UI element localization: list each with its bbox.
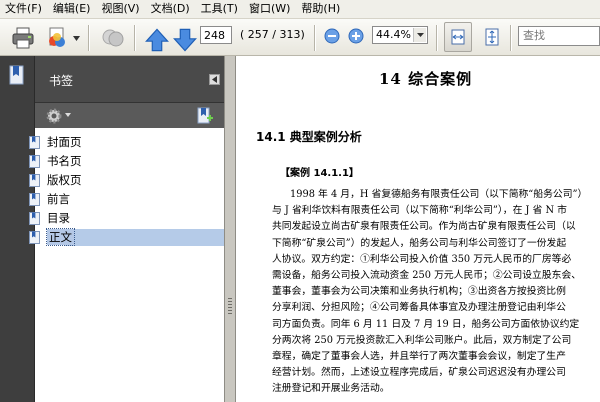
bookmark-item-selected[interactable]: 正文 xyxy=(29,228,75,246)
section-title: 14.1 典型案例分析 xyxy=(256,130,362,144)
new-bookmark-icon[interactable] xyxy=(195,106,215,126)
text-line: 下简称“矿泉公司”）的发起人，船务公司与利华公司签订了一份发起 xyxy=(272,237,567,249)
text-line: 章程，确定了董事会人选，并且举行了两次董事会会议，制定了生产 xyxy=(272,351,566,363)
print-icon[interactable] xyxy=(10,25,36,51)
bookmark-icon xyxy=(29,211,40,225)
menu-view[interactable]: 视图(V) xyxy=(96,0,145,18)
text-line: 共同发起设立尚古矿泉有限责任公司。作为尚古矿泉有限责任公司（以 xyxy=(272,221,576,233)
bookmark-label: 目录 xyxy=(47,211,70,225)
text-line: 注册登记和开展业务活动。 xyxy=(272,383,390,395)
collaborate-icon[interactable] xyxy=(100,25,126,51)
menu-tools[interactable]: 工具(T) xyxy=(196,0,244,18)
fit-width-icon xyxy=(451,29,465,45)
bookmark-item[interactable]: 书名页 xyxy=(29,153,82,169)
bookmarks-title: 书签 xyxy=(49,74,74,88)
bookmarks-panel-icon[interactable] xyxy=(8,64,26,86)
text-line: 董事会，董事会为公司决策和业务执行机构；③出资各方按投资比例 xyxy=(272,286,566,298)
next-page-icon[interactable] xyxy=(172,27,198,53)
bookmark-icon xyxy=(29,173,40,187)
menu-file[interactable]: 文件(F) xyxy=(0,0,48,18)
menu-edit[interactable]: 编辑(E) xyxy=(48,0,97,18)
bookmark-icon xyxy=(29,135,40,149)
zoom-value: 44.4% xyxy=(376,28,411,41)
bookmark-icon xyxy=(29,230,40,244)
text-line: 经营计划。然而，上述设立程序完成后，矿泉公司迟迟没有办理公司 xyxy=(272,367,566,379)
chevron-down-icon xyxy=(417,33,424,37)
bookmarks-list xyxy=(35,128,224,402)
bookmark-label: 前言 xyxy=(47,192,70,206)
menu-help[interactable]: 帮助(H) xyxy=(296,0,346,18)
bookmark-item[interactable]: 版权页 xyxy=(29,172,82,188)
bookmark-item[interactable]: 前言 xyxy=(29,191,70,207)
bookmark-label: 书名页 xyxy=(47,154,82,168)
chevron-left-icon xyxy=(212,76,217,83)
zoom-out-icon[interactable] xyxy=(324,28,340,44)
options-gear-icon[interactable] xyxy=(45,107,63,125)
chevron-down-icon[interactable] xyxy=(73,36,80,41)
chapter-title: 14 综合案例 xyxy=(379,70,473,88)
chevron-down-icon[interactable] xyxy=(65,113,71,117)
zoom-select[interactable]: 44.4% xyxy=(372,26,428,44)
bookmark-label: 封面页 xyxy=(47,135,82,149)
fit-page-icon[interactable] xyxy=(482,27,502,47)
text-line: 人协议。双方约定：①利华公司投入价值 350 万元人民币的厂房等必 xyxy=(272,253,572,265)
body-paragraph: 1998 年 4 月，H 省复德船务有限责任公司（以下简称“船务公司”） 与 J… xyxy=(272,187,592,398)
fit-width-button[interactable] xyxy=(444,22,472,52)
bookmark-item[interactable]: 封面页 xyxy=(29,134,82,150)
menu-bar: 文件(F) 编辑(E) 视图(V) 文档(D) 工具(T) 窗口(W) 帮助(H… xyxy=(0,0,600,19)
search-input[interactable]: 查找 xyxy=(518,26,600,46)
menu-window[interactable]: 窗口(W) xyxy=(244,0,296,18)
page-count: ( 257 / 313) xyxy=(240,28,305,41)
text-line: 1998 年 4 月，H 省复德船务有限责任公司（以下简称“船务公司”） xyxy=(290,189,588,200)
text-line: 分两次将 250 万元投资款汇入利华公司账户。此后，双方制定了公司 xyxy=(272,334,572,346)
panel-collapse-button[interactable] xyxy=(209,74,220,85)
bookmark-label: 版权页 xyxy=(47,173,82,187)
text-line: 需设备，船务公司投入流动资金 250 万元人民币；②公司设立股东会、 xyxy=(272,270,582,282)
previous-page-icon[interactable] xyxy=(144,27,170,53)
zoom-in-icon[interactable] xyxy=(348,28,364,44)
bookmarks-header: 书签 xyxy=(35,56,224,102)
menu-document[interactable]: 文档(D) xyxy=(146,0,196,18)
panel-splitter[interactable] xyxy=(224,56,236,402)
case-label: 【案例 14.1.1】 xyxy=(280,168,359,179)
bookmark-label: 正文 xyxy=(46,228,75,246)
bookmark-selection-highlight xyxy=(64,229,224,246)
text-line: 分享利润、分担风险；④公司筹备具体事宜及办理注册登记由利华公 xyxy=(272,302,566,314)
document-page: 14 综合案例 14.1 典型案例分析 【案例 14.1.1】 1998 年 4… xyxy=(236,56,600,402)
text-line: 司方面负责。同年 6 月 11 日及 7 月 19 日，船务公司方面依协议约定 xyxy=(272,318,580,330)
page-number-input[interactable]: 248 xyxy=(200,26,232,44)
bookmark-icon xyxy=(29,154,40,168)
bookmark-icon xyxy=(29,192,40,206)
bookmark-item[interactable]: 目录 xyxy=(29,210,70,226)
bookmarks-toolbar xyxy=(35,102,224,129)
create-pdf-icon[interactable] xyxy=(44,25,70,51)
text-line: 与 J 省利华饮料有限责任公司（以下简称“利华公司”），在 J 省 N 市 xyxy=(272,205,567,217)
